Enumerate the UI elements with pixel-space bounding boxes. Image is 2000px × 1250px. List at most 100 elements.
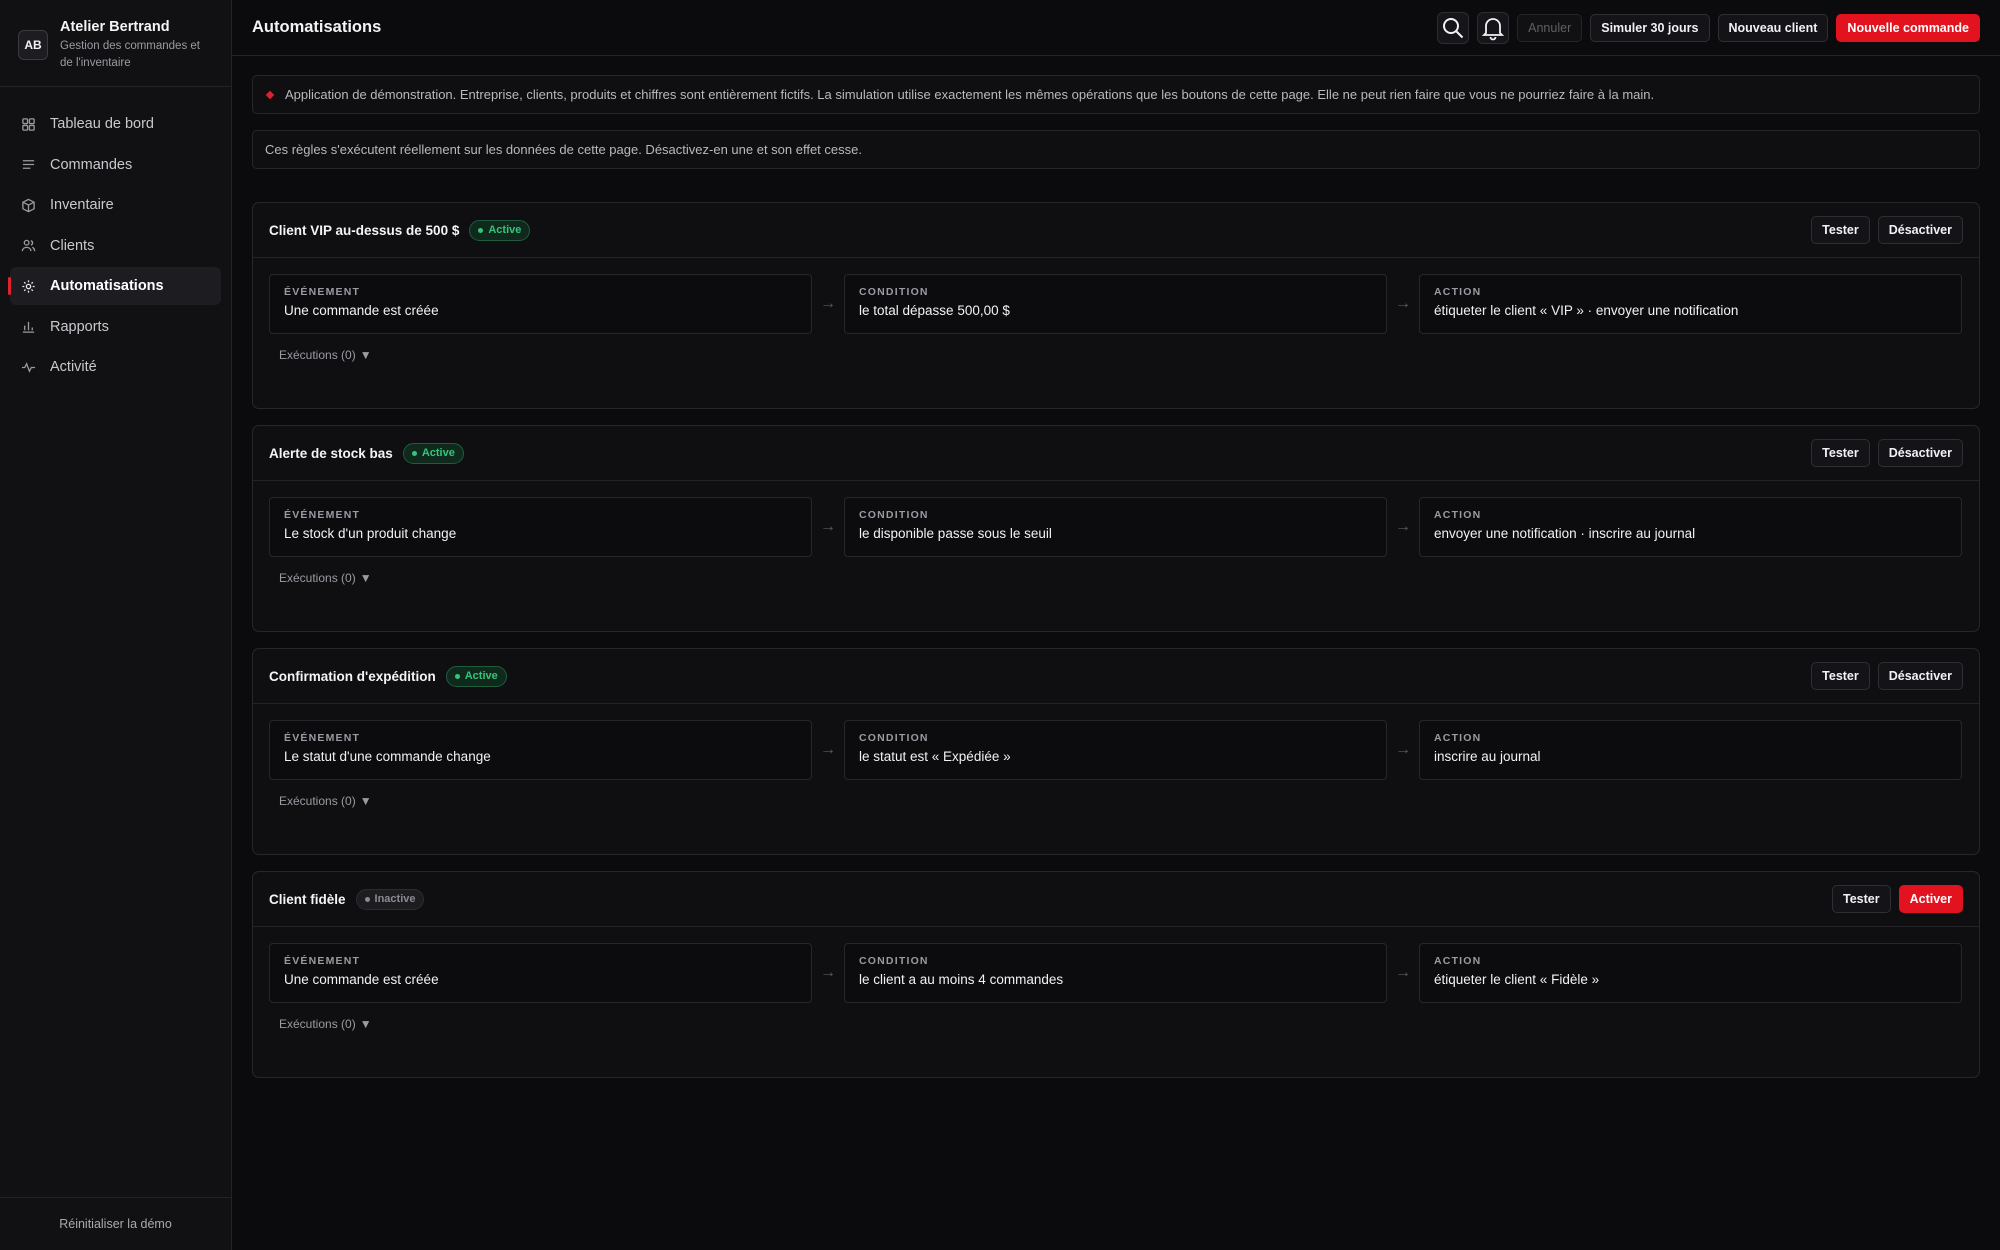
step-value: envoyer une notification · inscrire au j…	[1434, 526, 1696, 541]
arrow-icon: →	[1395, 518, 1411, 535]
step-label: ACTION	[1434, 955, 1482, 967]
caret-down-icon: ▼	[359, 348, 372, 362]
sidebar-item-label: Automatisations	[50, 278, 164, 294]
test-button[interactable]: Tester	[1811, 439, 1870, 467]
pulse-icon	[20, 359, 36, 375]
rule-header: Confirmation d'expédition Active Tester …	[253, 649, 1979, 704]
event-step: ÉVÉNEMENT Une commande est créée	[269, 943, 812, 1003]
toggle-rule-button[interactable]: Désactiver	[1877, 662, 1963, 690]
status-dot-icon	[478, 227, 484, 233]
condition-step: CONDITION le disponible passe sous le se…	[844, 497, 1387, 557]
sidebar-item-reports[interactable]: Rapports	[10, 308, 221, 346]
sidebar-item-dashboard[interactable]: Tableau de bord	[10, 105, 221, 143]
rule-name: Client fidèle	[269, 891, 346, 907]
sidebar-item-label: Commandes	[50, 156, 133, 173]
step-label: CONDITION	[859, 955, 929, 967]
event-step: ÉVÉNEMENT Le stock d'un produit change	[269, 497, 812, 557]
rule-body: ÉVÉNEMENT Une commande est créée → CONDI…	[253, 927, 1979, 1077]
step-label: ACTION	[1434, 509, 1482, 521]
rule-card: Alerte de stock bas Active Tester Désact…	[252, 425, 1980, 632]
action-step: ACTION inscrire au journal	[1419, 720, 1962, 780]
rule-name: Client VIP au-dessus de 500 $	[269, 222, 460, 238]
sidebar-item-activity[interactable]: Activité	[10, 348, 221, 386]
step-value: le total dépasse 500,00 $	[859, 303, 1010, 318]
executions-toggle[interactable]: Exécutions (0) ▼	[279, 1017, 372, 1031]
rule-card: Client VIP au-dessus de 500 $ Active Tes…	[252, 202, 1980, 409]
arrow-icon: →	[1395, 741, 1411, 758]
status-dot-icon	[454, 673, 460, 679]
step-value: le client a au moins 4 commandes	[859, 972, 1064, 987]
notifications-button[interactable]	[1477, 11, 1510, 44]
test-button[interactable]: Tester	[1832, 885, 1891, 913]
step-label: ÉVÉNEMENT	[284, 732, 361, 744]
status-badge: Active	[469, 219, 531, 241]
new-order-button[interactable]: Nouvelle commande	[1836, 13, 1980, 42]
step-label: ÉVÉNEMENT	[284, 286, 361, 298]
sidebar: AB Atelier Bertrand Gestion des commande…	[0, 0, 232, 1250]
sidebar-item-automations[interactable]: Automatisations	[8, 267, 221, 305]
step-label: ÉVÉNEMENT	[284, 509, 361, 521]
sidebar-item-label: Clients	[50, 237, 95, 254]
search-button[interactable]	[1437, 11, 1470, 44]
brand-subtitle: Gestion des commandes et de l'inventaire	[60, 40, 200, 69]
sidebar-nav: Tableau de bord Commandes Inventaire Cli…	[0, 87, 231, 386]
caret-down-icon: ▼	[359, 1017, 372, 1031]
rules-list: Client VIP au-dessus de 500 $ Active Tes…	[252, 202, 1980, 1078]
condition-step: CONDITION le statut est « Expédiée »	[844, 720, 1387, 780]
bar-chart-icon	[20, 319, 36, 335]
step-value: Une commande est créée	[284, 972, 439, 987]
executions-toggle[interactable]: Exécutions (0) ▼	[279, 794, 372, 808]
toggle-rule-button[interactable]: Désactiver	[1877, 439, 1963, 467]
step-label: CONDITION	[859, 732, 929, 744]
executions-toggle[interactable]: Exécutions (0) ▼	[279, 571, 372, 585]
sidebar-item-clients[interactable]: Clients	[10, 227, 221, 265]
rule-body: ÉVÉNEMENT Une commande est créée → CONDI…	[253, 258, 1979, 408]
caret-down-icon: ▼	[359, 571, 372, 585]
arrow-icon: →	[820, 518, 836, 535]
sidebar-item-orders[interactable]: Commandes	[10, 146, 221, 184]
step-value: Le stock d'un produit change	[284, 526, 457, 541]
test-button[interactable]: Tester	[1811, 216, 1870, 244]
test-button[interactable]: Tester	[1811, 662, 1870, 690]
dashboard-icon	[20, 116, 36, 132]
step-label: ACTION	[1434, 732, 1482, 744]
event-step: ÉVÉNEMENT Le statut d'une commande chang…	[269, 720, 812, 780]
rule-actions: Tester Désactiver	[1811, 662, 1963, 690]
step-label: CONDITION	[859, 509, 929, 521]
reset-demo-button[interactable]: Réinitialiser la démo	[0, 1197, 231, 1250]
diamond-icon	[265, 90, 275, 99]
rule-card: Client fidèle Inactive Tester Activer ÉV…	[252, 871, 1980, 1078]
new-client-button[interactable]: Nouveau client	[1717, 13, 1829, 42]
step-value: Une commande est créée	[284, 303, 439, 318]
executions-toggle[interactable]: Exécutions (0) ▼	[279, 348, 372, 362]
undo-button[interactable]: Annuler	[1517, 13, 1583, 42]
sidebar-item-label: Rapports	[50, 318, 109, 335]
rule-body: ÉVÉNEMENT Le statut d'une commande chang…	[253, 704, 1979, 854]
rule-steps: ÉVÉNEMENT Une commande est créée → CONDI…	[269, 274, 1963, 334]
rule-steps: ÉVÉNEMENT Le stock d'un produit change →…	[269, 497, 1963, 557]
topbar: Automatisations Annuler Simuler 30 jours…	[232, 0, 2000, 56]
simulate-button[interactable]: Simuler 30 jours	[1590, 13, 1710, 42]
toggle-rule-button[interactable]: Désactiver	[1877, 216, 1963, 244]
step-label: CONDITION	[859, 286, 929, 298]
condition-step: CONDITION le client a au moins 4 command…	[844, 943, 1387, 1003]
step-label: ACTION	[1434, 286, 1482, 298]
status-text: Active	[488, 224, 522, 236]
bell-icon	[1481, 17, 1505, 40]
status-badge: Inactive	[355, 888, 425, 910]
arrow-icon: →	[1395, 964, 1411, 981]
status-badge: Active	[445, 665, 507, 687]
step-value: étiqueter le client « Fidèle »	[1434, 972, 1600, 987]
rule-name: Alerte de stock bas	[269, 445, 393, 461]
sidebar-item-inventory[interactable]: Inventaire	[10, 186, 221, 224]
toggle-rule-button[interactable]: Activer	[1898, 885, 1963, 913]
status-dot-icon	[411, 450, 417, 456]
action-step: ACTION envoyer une notification · inscri…	[1419, 497, 1962, 557]
rule-actions: Tester Désactiver	[1811, 216, 1963, 244]
step-value: étiqueter le client « VIP » · envoyer un…	[1434, 303, 1739, 318]
rule-steps: ÉVÉNEMENT Une commande est créée → CONDI…	[269, 943, 1963, 1003]
main-content: Application de démonstration. Entreprise…	[252, 75, 1980, 1078]
executions-label: Exécutions (0)	[279, 571, 356, 585]
caret-down-icon: ▼	[359, 794, 372, 808]
rule-body: ÉVÉNEMENT Le stock d'un produit change →…	[253, 481, 1979, 631]
